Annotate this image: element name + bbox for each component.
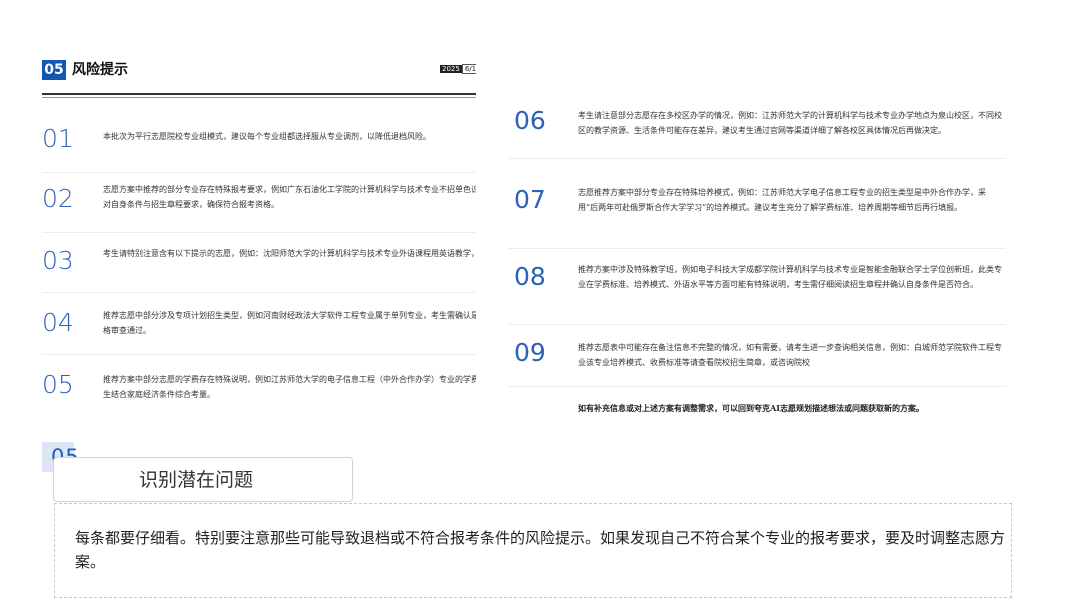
- risk-item-number: 04: [42, 308, 74, 337]
- step-title: 识别潜在问题: [139, 469, 254, 491]
- risk-item-number: 03: [42, 246, 74, 275]
- risk-item-text: 推荐志愿表中可能存在备注信息不完整的情况，如有需要，请考生进一步查询相关信息，例…: [578, 343, 1002, 367]
- risk-item-text: 志愿方案中推荐的部分专业存在特殊报考要求，例如广东石油化工学院的计算机科学与技术…: [103, 185, 476, 209]
- header-rule-thin: [42, 97, 476, 98]
- section-number-badge: 05: [42, 60, 66, 80]
- risk-item: 04 推荐志愿中部分涉及专项计划招生类型，例如河南财经政法大学软件工程专业属于单…: [42, 294, 476, 355]
- adjustment-note: 如有补充信息或对上述方案有调整需求，可以回到夸克AI志愿规划描述想法或问题获取新…: [578, 403, 924, 413]
- risk-document-right: 06 考生请注意部分志愿存在多校区办学的情况，例如：江苏师范大学的计算机科学与技…: [508, 88, 1006, 428]
- date-year: 2025: [440, 65, 462, 73]
- date-stamp: 20256/15 [周日]: [440, 64, 476, 74]
- risk-item-number: 02: [42, 184, 74, 213]
- risk-document-left: 05 风险提示 20256/15 [周日] 01 本批次为平行志愿院校专业组模式…: [42, 56, 476, 436]
- risk-item-number: 08: [514, 262, 546, 291]
- risk-item-text: 考生请注意部分志愿存在多校区办学的情况，例如：江苏师范大学的计算机科学与技术专业…: [578, 111, 1002, 135]
- risk-item: 09 推荐志愿表中可能存在备注信息不完整的情况，如有需要，请考生进一步查询相关信…: [508, 324, 1006, 387]
- section-title: 风险提示: [72, 62, 128, 78]
- risk-item-number: 06: [514, 106, 546, 135]
- step-description-box: 每条都要仔细看。特别要注意那些可能导致退档或不符合报考条件的风险提示。如果发现自…: [54, 503, 1012, 598]
- risk-item-text: 考生请特别注意含有以下提示的志愿，例如：沈阳师范大学的计算机科学与技术专业外语课…: [103, 249, 476, 258]
- risk-item-text: 志愿推荐方案中部分专业存在特殊培养模式，例如：江苏师范大学电子信息工程专业的招生…: [578, 188, 986, 212]
- header-rule: [42, 93, 476, 95]
- section-header: 05 风险提示 20256/15 [周日]: [42, 56, 476, 86]
- risk-item-number: 05: [42, 370, 74, 399]
- risk-item-text: 本批次为平行志愿院校专业组模式，建议每个专业组都选择服从专业调剂，以降低退档风险…: [103, 132, 431, 141]
- risk-item: 08 推荐方案中涉及特殊教学班，例如电子科技大学成都学院计算机科学与技术专业是智…: [508, 248, 1006, 325]
- risk-item: 01 本批次为平行志愿院校专业组模式，建议每个专业组都选择服从专业调剂，以降低退…: [42, 112, 476, 173]
- risk-item: 07 志愿推荐方案中部分专业存在特殊培养模式，例如：江苏师范大学电子信息工程专业…: [508, 173, 1006, 249]
- risk-item-text: 推荐方案中部分志愿的学费存在特殊说明，例如江苏师范大学的电子信息工程（中外合作办…: [103, 375, 476, 399]
- risk-item: 02 志愿方案中推荐的部分专业存在特殊报考要求，例如广东石油化工学院的计算机科学…: [42, 172, 476, 233]
- step-description: 每条都要仔细看。特别要注意那些可能导致退档或不符合报考条件的风险提示。如果发现自…: [75, 529, 1006, 571]
- risk-item-text: 推荐志愿中部分涉及专项计划招生类型，例如河南财经政法大学软件工程专业属于单列专业…: [103, 311, 476, 335]
- risk-item-number: 09: [514, 338, 546, 367]
- risk-item-text: 推荐方案中涉及特殊教学班，例如电子科技大学成都学院计算机科学与技术专业是智能金融…: [578, 265, 1002, 289]
- risk-item: 05 推荐方案中部分志愿的学费存在特殊说明，例如江苏师范大学的电子信息工程（中外…: [42, 358, 476, 418]
- risk-item-number: 07: [514, 185, 546, 214]
- risk-item-number: 01: [42, 124, 74, 153]
- risk-item: 06 考生请注意部分志愿存在多校区办学的情况，例如：江苏师范大学的计算机科学与技…: [508, 88, 1006, 159]
- step-title-box: 识别潜在问题: [53, 457, 353, 502]
- risk-item: 03 考生请特别注意含有以下提示的志愿，例如：沈阳师范大学的计算机科学与技术专业…: [42, 232, 476, 293]
- date-day: 6/15 [周日]: [461, 64, 476, 74]
